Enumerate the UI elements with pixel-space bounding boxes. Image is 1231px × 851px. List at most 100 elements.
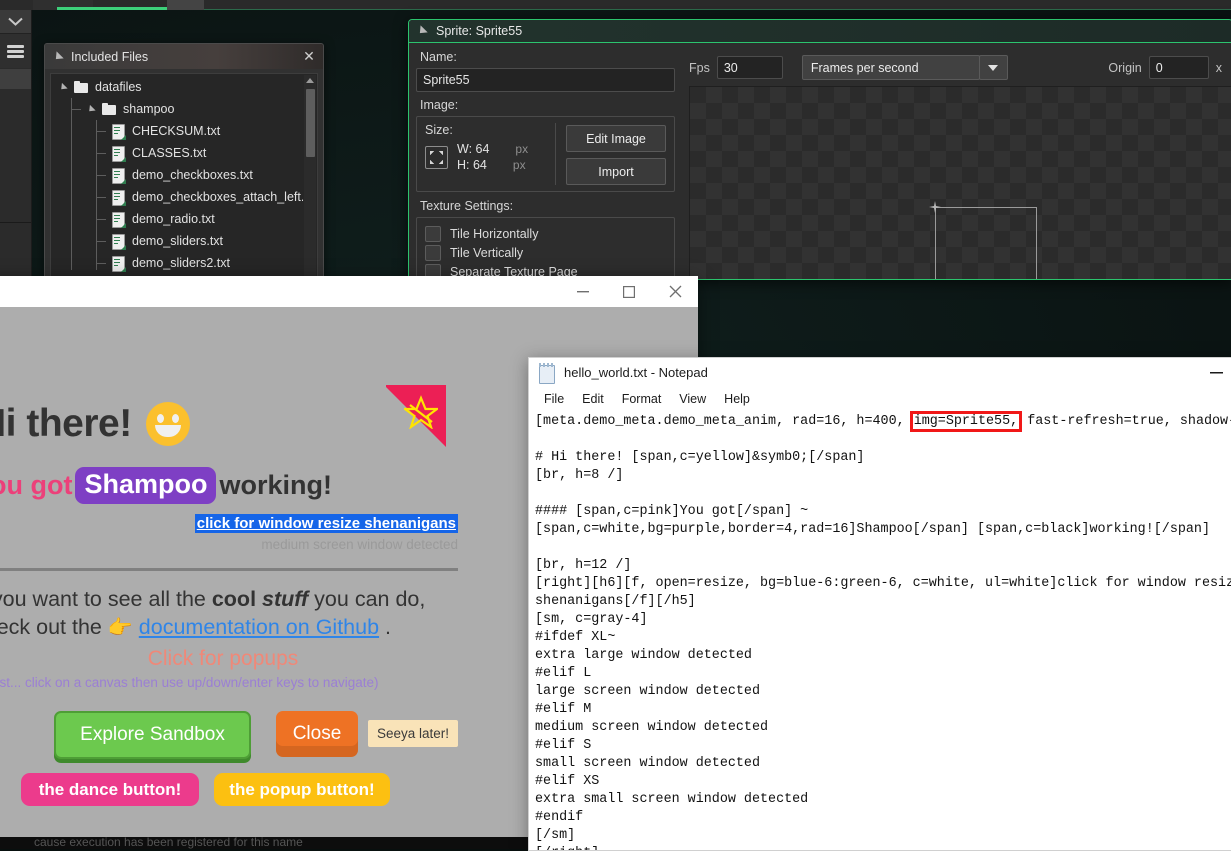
checkbox-icon[interactable]: [425, 225, 441, 242]
github-documentation-link[interactable]: documentation on Github: [139, 615, 379, 640]
size-label: Size:: [425, 123, 453, 137]
sprite-reference-highlight: img=Sprite55,: [909, 411, 1023, 432]
explore-sandbox-button[interactable]: Explore Sandbox: [54, 711, 251, 759]
sprite-editor-titlebar[interactable]: Sprite: Sprite55: [409, 20, 1231, 43]
checkbox-icon[interactable]: [425, 244, 441, 261]
tree-item-file[interactable]: demo_sliders.txt: [51, 230, 303, 252]
text-file-icon: [112, 123, 126, 140]
ide-rail-divider: [0, 222, 31, 223]
scroll-up-arrow-icon[interactable]: [306, 78, 314, 83]
notepad-window: hello_world.txt - Notepad File Edit Form…: [528, 357, 1231, 851]
demo-subheading-row: You got Shampoo working!: [0, 467, 332, 504]
close-button[interactable]: Close: [276, 711, 358, 757]
para-line2-suffix: .: [385, 615, 392, 639]
tree-item-file[interactable]: CHECKSUM.txt: [51, 120, 303, 142]
subheading-suffix: working!: [219, 470, 332, 500]
tree-stem: [96, 240, 106, 242]
tree-item-datafiles[interactable]: datafiles: [51, 76, 303, 98]
included-files-titlebar[interactable]: Included Files ✕: [45, 44, 323, 69]
minimize-icon[interactable]: [560, 276, 606, 307]
click-for-popups-text[interactable]: Click for popups: [0, 647, 458, 671]
shampoo-badge: Shampoo: [75, 467, 217, 504]
close-icon[interactable]: [652, 276, 698, 307]
included-files-window: Included Files ✕ datafiles shampoo CHECK…: [44, 43, 324, 280]
origin-label: Origin: [1108, 60, 1142, 75]
file-tree[interactable]: datafiles shampoo CHECKSUM.txt CLASSES.t…: [51, 76, 303, 278]
sprite-origin-marker[interactable]: [929, 201, 941, 213]
collapse-triangle-icon[interactable]: [416, 25, 428, 37]
dance-button[interactable]: the dance button!: [21, 773, 199, 806]
sprite-properties-panel: Name: Sprite55 Image: Size: W: 64 px H: 6…: [416, 50, 675, 279]
name-label: Name:: [420, 50, 457, 64]
playback-mode-select[interactable]: Frames per second: [801, 55, 980, 80]
popup-button[interactable]: the popup button!: [214, 773, 390, 806]
hamburger-icon[interactable]: [0, 34, 31, 68]
menu-item-view[interactable]: View: [670, 390, 715, 408]
chevron-down-icon[interactable]: [0, 10, 31, 34]
collapse-triangle-icon[interactable]: [52, 50, 64, 63]
tree-stem: [96, 196, 106, 198]
tree-item-label: demo_radio.txt: [132, 212, 215, 226]
tree-item-file[interactable]: demo_checkboxes.txt: [51, 164, 303, 186]
width-unit: px: [515, 142, 529, 156]
tree-item-label: demo_checkboxes.txt: [132, 168, 253, 182]
menu-item-file[interactable]: File: [535, 390, 573, 408]
notepad-menubar: File Edit Format View Help: [529, 387, 1231, 410]
texture-settings-label: Texture Settings:: [420, 199, 514, 213]
included-files-title: Included Files: [71, 49, 149, 64]
subheading-prefix: You got: [0, 470, 73, 500]
para-italic: stuff: [262, 587, 309, 611]
menu-item-help[interactable]: Help: [715, 390, 759, 408]
tree-stem: [96, 262, 106, 264]
text-file-icon: [112, 255, 126, 272]
menu-item-edit[interactable]: Edit: [573, 390, 613, 408]
notepad-line-after-highlight: fast-refresh=true, shadow-: [1019, 414, 1231, 429]
fps-input[interactable]: 30: [716, 56, 783, 79]
tree-stem: [71, 108, 81, 110]
smiley-face-icon: [145, 402, 190, 446]
import-button[interactable]: Import: [566, 158, 666, 185]
tree-item-file[interactable]: demo_checkboxes_attach_left.: [51, 186, 303, 208]
minimize-icon[interactable]: [1193, 358, 1231, 387]
corner-ribbon-badge[interactable]: [386, 385, 446, 455]
ide-rail-selection[interactable]: [0, 69, 31, 89]
notepad-titlebar[interactable]: hello_world.txt - Notepad: [529, 358, 1231, 387]
text-file-icon: [112, 145, 126, 162]
sprite-editor-window: Sprite: Sprite55 Name: Sprite55 Image: S…: [408, 19, 1231, 280]
ide-tab-strip: [0, 0, 1231, 13]
folder-icon: [74, 81, 88, 93]
demo-paragraph-line-1: If you want to see all the cool stuff yo…: [0, 587, 425, 612]
screen-size-status: medium screen window detected: [261, 537, 458, 552]
para-line2-prefix: check out the: [0, 615, 102, 639]
tree-item-file[interactable]: CLASSES.txt: [51, 142, 303, 164]
expand-arrow-icon[interactable]: [58, 82, 68, 92]
origin-x-input[interactable]: 0: [1148, 56, 1209, 79]
expand-arrow-icon[interactable]: [86, 104, 96, 114]
edit-image-button[interactable]: Edit Image: [566, 125, 666, 152]
file-tree-scrollbar[interactable]: [304, 75, 316, 277]
sprite-name-input[interactable]: Sprite55: [416, 68, 675, 92]
tree-stem: [96, 218, 106, 220]
checkbox-label: Tile Horizontally: [450, 226, 539, 241]
checkbox-tile-vertically[interactable]: Tile Vertically: [425, 243, 666, 262]
checkbox-tile-horizontally[interactable]: Tile Horizontally: [425, 224, 666, 243]
window-resize-link[interactable]: click for window resize shenanigans: [194, 514, 458, 533]
demo-window-titlebar[interactable]: [0, 276, 698, 307]
scrollbar-thumb[interactable]: [306, 89, 315, 157]
tree-item-label: CHECKSUM.txt: [132, 124, 221, 138]
notepad-text-area[interactable]: [meta.demo_meta.demo_meta_anim, rad=16, …: [529, 410, 1231, 850]
included-files-body: datafiles shampoo CHECKSUM.txt CLASSES.t…: [50, 73, 318, 279]
maximize-icon[interactable]: [606, 276, 652, 307]
tree-item-file[interactable]: demo_sliders2.txt: [51, 252, 303, 274]
star-icon: [404, 395, 438, 429]
tree-stem: [96, 174, 106, 176]
close-icon[interactable]: ✕: [299, 47, 319, 67]
tree-item-file[interactable]: demo_radio.txt: [51, 208, 303, 230]
sprite-toolbar: Fps 30 Frames per second Origin 0 x: [681, 50, 1231, 85]
resize-icon[interactable]: [425, 145, 448, 169]
sprite-canvas[interactable]: [689, 86, 1231, 279]
menu-item-format[interactable]: Format: [613, 390, 671, 408]
tree-item-shampoo[interactable]: shampoo: [51, 98, 303, 120]
chevron-down-icon[interactable]: [978, 55, 1008, 80]
origin-x-unit: x: [1215, 60, 1222, 75]
